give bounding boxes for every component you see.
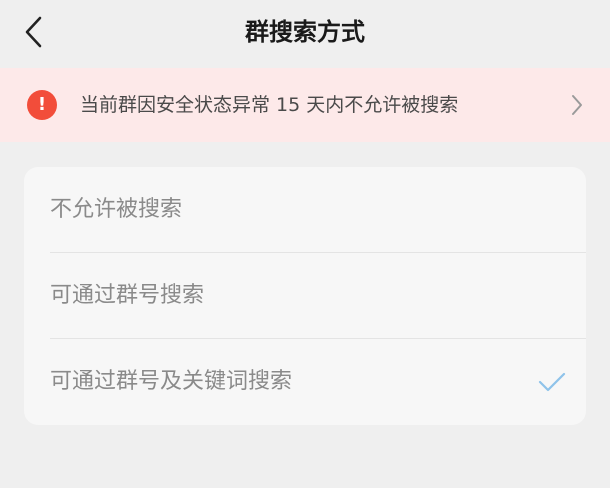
security-warning-banner[interactable]: ! 当前群因安全状态异常 15 天内不允许被搜索 [0, 68, 610, 142]
nav-header: 群搜索方式 [0, 0, 610, 68]
exclamation-icon: ! [27, 90, 57, 120]
checkmark-icon [538, 372, 566, 392]
option-search-by-id-and-keyword[interactable]: 可通过群号及关键词搜索 [24, 339, 586, 425]
exclamation-mark: ! [37, 94, 47, 115]
option-disallow-search[interactable]: 不允许被搜索 [24, 167, 586, 253]
option-label: 可通过群号及关键词搜索 [50, 369, 293, 394]
page: 群搜索方式 ! 当前群因安全状态异常 15 天内不允许被搜索 不允许被搜索 可通… [0, 0, 610, 488]
search-options-card: 不允许被搜索 可通过群号搜索 可通过群号及关键词搜索 [24, 167, 586, 425]
option-search-by-group-id[interactable]: 可通过群号搜索 [24, 253, 586, 339]
option-label: 不允许被搜索 [50, 197, 183, 222]
option-label: 可通过群号搜索 [50, 283, 205, 308]
warning-message: 当前群因安全状态异常 15 天内不允许被搜索 [80, 94, 459, 116]
page-title: 群搜索方式 [245, 18, 365, 46]
chevron-right-icon [572, 95, 582, 115]
